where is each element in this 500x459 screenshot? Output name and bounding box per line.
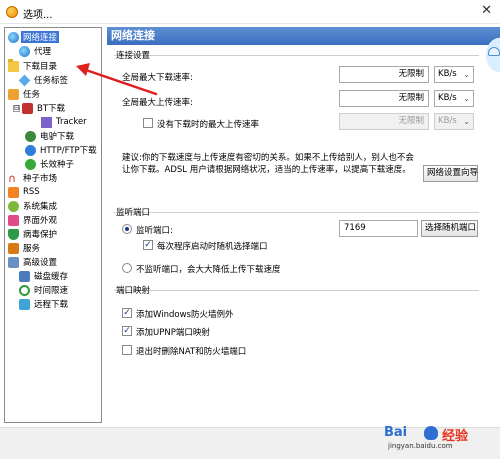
annotation-arrow-icon — [76, 63, 158, 96]
arrow-head — [76, 63, 90, 76]
arrow-shaft — [84, 68, 158, 96]
